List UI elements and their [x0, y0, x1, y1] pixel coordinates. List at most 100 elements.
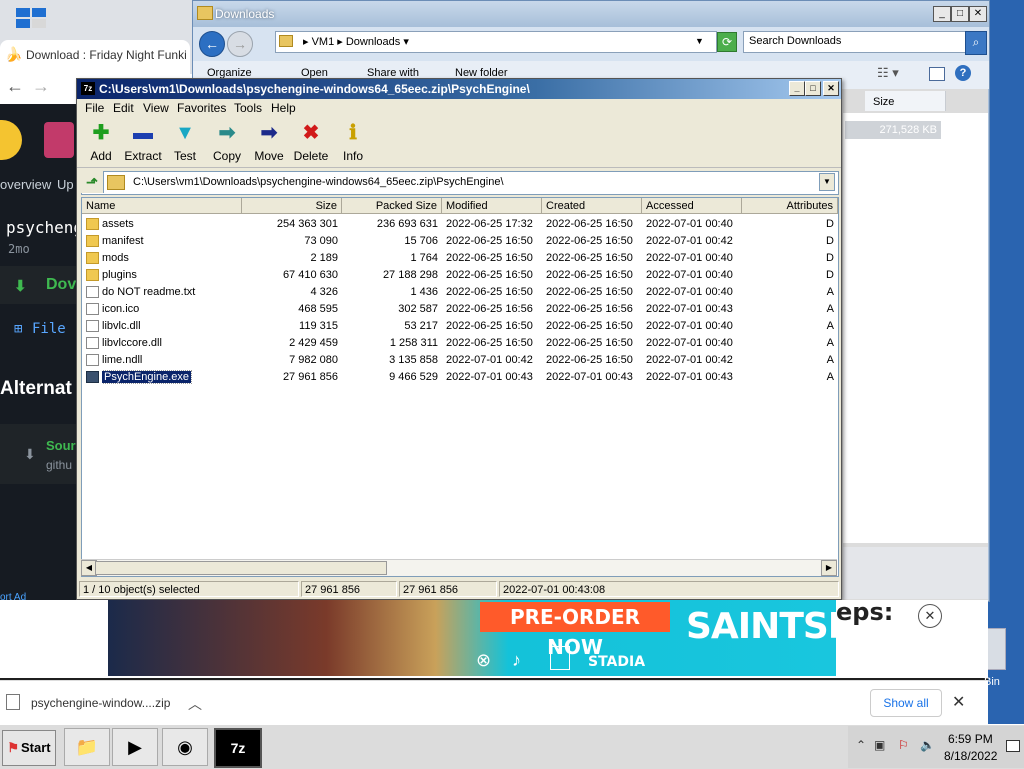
file-row[interactable]: plugins 67 410 630 27 188 298 2022-06-25 16… — [82, 267, 838, 284]
file-row[interactable]: manifest 73 090 15 706 2022-06-25 16:50 2022… — [82, 233, 838, 250]
explorer-title: Downloads — [215, 7, 275, 21]
show-all-button[interactable]: Show all — [870, 689, 942, 717]
file-modified-cell: 2022-06-25 16:56 — [446, 303, 533, 315]
browser-back-icon[interactable]: ← — [6, 76, 24, 97]
explorer-maximize-button[interactable]: □ — [951, 6, 969, 22]
clock-time[interactable]: 6:59 PM — [948, 732, 993, 746]
tray-volume-icon[interactable]: 🔈 — [920, 738, 935, 752]
toolbar-add-button[interactable]: ✚ Add — [79, 121, 123, 163]
file-name: assets — [102, 218, 134, 230]
explorer-breadcrumb[interactable]: ▸ VM1 ▸ Downloads ▾ — [303, 35, 409, 48]
file-row[interactable]: do NOT readme.txt 4 326 1 436 2022-06-25 16… — [82, 284, 838, 301]
ad-preorder-label[interactable]: PRE-ORDER NOW — [480, 602, 670, 659]
file-label[interactable]: File — [32, 321, 66, 337]
file-packed-cell: 236 693 631 — [376, 218, 438, 230]
file-created-cell: 2022-06-25 16:50 — [546, 252, 633, 264]
path-dropdown-icon[interactable]: ▼ — [819, 173, 835, 191]
start-button[interactable]: ⚑ Start — [2, 730, 56, 766]
folder-up-icon[interactable]: ⬏ — [81, 171, 104, 193]
download-item-name[interactable]: psychengine-window....zip — [31, 696, 170, 710]
menu-help[interactable]: Help — [271, 101, 296, 115]
column-header-size[interactable]: Size — [242, 198, 342, 214]
toolbar-info-button[interactable]: ℹ Info — [331, 121, 375, 163]
sevenzip-maximize-button[interactable]: □ — [805, 81, 821, 96]
menu-file[interactable]: File — [85, 101, 104, 115]
taskbar-chrome-icon[interactable]: ◉ — [162, 728, 208, 766]
column-header-name[interactable]: Name — [82, 198, 242, 214]
file-attr-cell: D — [826, 218, 834, 230]
menu-tools[interactable]: Tools — [234, 101, 262, 115]
file-row[interactable]: libvlccore.dll 2 429 459 1 258 311 2022-06-… — [82, 335, 838, 352]
file-row[interactable]: icon.ico 468 595 302 587 2022-06-25 16:56 20… — [82, 301, 838, 318]
taskbar-explorer-icon[interactable]: 📁 — [64, 728, 110, 766]
toolbar-test-button[interactable]: ▼ Test — [163, 121, 207, 163]
nav-updates[interactable]: Up — [57, 177, 74, 192]
clock-date[interactable]: 8/18/2022 — [944, 749, 997, 763]
ad-close-icon[interactable]: ✕ — [918, 604, 942, 628]
tray-network-icon[interactable]: ▣ — [874, 738, 885, 752]
source-label: Sour — [46, 438, 76, 453]
status-modified: 2022-07-01 00:43:08 — [499, 581, 839, 597]
column-header-attributes[interactable]: Attributes — [742, 198, 838, 214]
view-options-icon[interactable]: ☷ ▾ — [877, 65, 899, 81]
toolbar-move-button[interactable]: ➡ Move — [247, 121, 291, 163]
tray-expand-icon[interactable]: ⌃ — [856, 738, 866, 752]
exe-icon — [86, 371, 99, 383]
file-packed-cell: 53 217 — [404, 320, 438, 332]
explorer-forward-button[interactable]: → — [227, 31, 253, 57]
source-card[interactable] — [0, 424, 76, 484]
file-row[interactable]: assets 254 363 301 236 693 631 2022-06-25 1… — [82, 216, 838, 233]
browser-forward-icon[interactable]: → — [32, 76, 50, 97]
refresh-icon[interactable]: ⟳ — [717, 32, 737, 52]
preview-pane-icon[interactable] — [929, 67, 945, 81]
scroll-right-icon[interactable]: ▶ — [821, 560, 837, 576]
explorer-back-button[interactable]: ← — [199, 31, 225, 57]
show-desktop-icon[interactable] — [1006, 740, 1020, 752]
report-ad-link[interactable]: ort Ad — [0, 592, 26, 603]
taskbar-media-player-icon[interactable]: ▶ — [112, 728, 158, 766]
recycle-bin-icon[interactable] — [986, 628, 1006, 670]
file-row[interactable]: libvlc.dll 119 315 53 217 2022-06-25 16:50 2… — [82, 318, 838, 335]
file-size-cell: 67 410 630 — [282, 269, 338, 281]
menu-favorites[interactable]: Favorites — [177, 101, 226, 115]
file-attr-cell: A — [826, 371, 834, 383]
file-name-cell: manifest — [102, 233, 242, 250]
chevron-up-icon[interactable]: ︿ — [188, 694, 202, 714]
column-header-modified[interactable]: Modified — [442, 198, 542, 214]
column-header-created[interactable]: Created — [542, 198, 642, 214]
nav-overview[interactable]: overview — [0, 177, 51, 192]
file-row[interactable]: lime.ndll 7 982 080 3 135 858 2022-07-01 00… — [82, 352, 838, 369]
breadcrumb-vm1[interactable]: VM1 — [312, 36, 335, 48]
explorer-close-button[interactable]: ✕ — [969, 6, 987, 22]
search-icon[interactable]: ⌕ — [965, 31, 987, 55]
menu-view[interactable]: View — [143, 101, 169, 115]
file-row[interactable]: PsychEngine.exe 27 961 856 9 466 529 2022-0… — [82, 369, 838, 386]
column-header-accessed[interactable]: Accessed — [642, 198, 742, 214]
help-icon[interactable]: ? — [955, 65, 971, 81]
file-row[interactable]: mods 2 189 1 764 2022-06-25 16:50 2022-06-25… — [82, 250, 838, 267]
tray-action-center-icon[interactable]: ⚐ — [898, 738, 909, 752]
path-dropdown-icon[interactable]: ▼ — [695, 36, 704, 46]
sevenzip-minimize-button[interactable]: _ — [789, 81, 805, 96]
toolbar-delete-button[interactable]: ✖ Delete — [289, 121, 333, 163]
explorer-minimize-button[interactable]: _ — [933, 6, 951, 22]
toolbar-extract-button[interactable]: ▬ Extract — [121, 121, 165, 163]
file-expand-icon[interactable]: ⊞ — [14, 321, 22, 337]
toolbar-copy-button[interactable]: ➡ Copy — [205, 121, 249, 163]
column-header-packed-size[interactable]: Packed Size — [342, 198, 442, 214]
toolbar-button-label: Info — [342, 149, 363, 163]
file-name: plugins — [102, 269, 137, 281]
explorer-titlebar[interactable] — [193, 1, 989, 27]
file-size-cell: 2 429 459 — [289, 337, 338, 349]
download-shelf-close-icon[interactable]: ✕ — [952, 692, 965, 712]
file-name: lime.ndll — [102, 354, 143, 366]
menu-edit[interactable]: Edit — [113, 101, 134, 115]
info-icon: ℹ — [349, 122, 357, 144]
folder-icon — [86, 235, 99, 247]
breadcrumb-downloads[interactable]: Downloads — [346, 36, 400, 48]
taskbar-7zip-icon[interactable]: 7z — [214, 728, 262, 768]
sevenzip-close-button[interactable]: ✕ — [823, 81, 839, 96]
file-accessed-cell: 2022-07-01 00:42 — [646, 354, 733, 366]
file-name-cell: plugins — [102, 267, 242, 284]
scrollbar-thumb[interactable] — [95, 561, 387, 575]
